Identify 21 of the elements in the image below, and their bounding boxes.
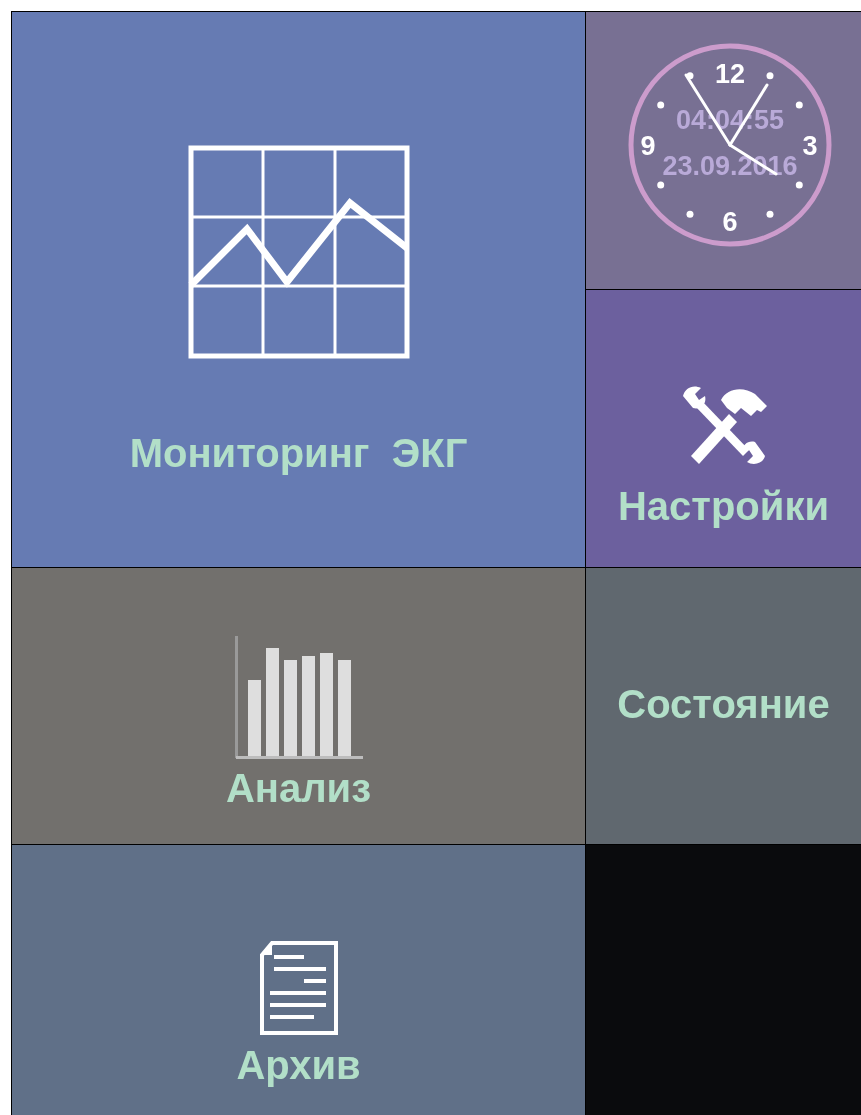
hour-dot-icon [686,210,694,218]
clock-numeral: 9 [640,131,656,161]
document-icon [259,941,338,1035]
hour-dot-icon [795,101,803,109]
hour-dot-icon [657,181,665,189]
hour-dot-icon [766,72,774,80]
bar-chart-icon [233,636,364,760]
clock-numeral: 12 [715,59,745,89]
tools-icon [680,386,767,464]
status-tile[interactable]: Состояние [586,568,861,844]
archive-tile[interactable]: Архив [12,845,585,1115]
settings-tile[interactable]: Настройки [586,290,861,567]
hour-dot-icon [766,210,774,218]
hour-dot-icon [657,101,665,109]
hour-dot-icon [795,181,803,189]
analysis-tile[interactable]: Анализ [12,568,585,844]
hour-dot-icon [686,72,694,80]
ecg-monitoring-tile[interactable]: Мониторинг ЭКГ [12,12,585,567]
line-chart-icon [187,145,410,359]
clock-numeral: 3 [802,131,818,161]
clock-numeral: 6 [722,207,738,237]
